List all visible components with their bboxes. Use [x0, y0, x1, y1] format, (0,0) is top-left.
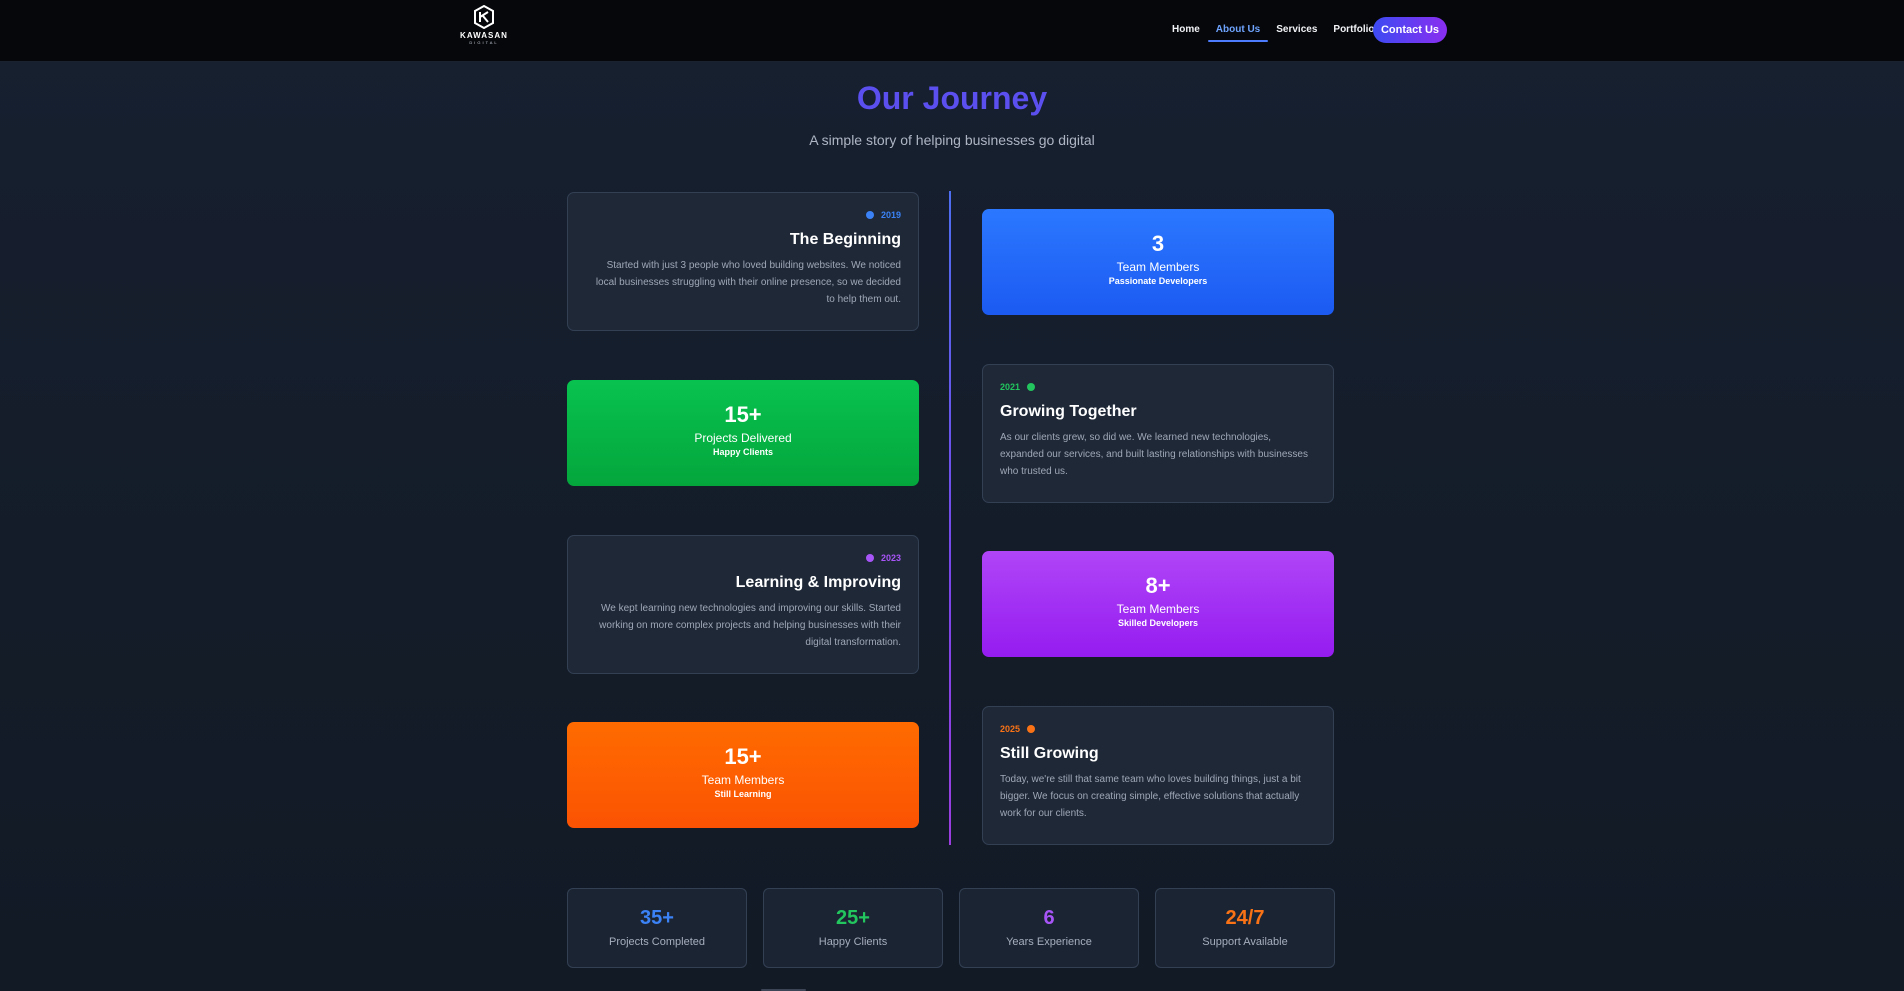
stat-card-skilled-developers: 8+ Team Members Skilled Developers	[982, 551, 1334, 657]
contact-us-button[interactable]: Contact Us	[1373, 17, 1447, 43]
stat-value: 3	[1151, 231, 1165, 256]
navbar: KAWASAN DIGITAL Home About Us Services P…	[0, 0, 1904, 62]
summary-label: Happy Clients	[818, 936, 888, 948]
summary-label: Projects Completed	[609, 936, 705, 948]
summary-label: Years Experience	[1006, 936, 1092, 948]
stat-label: Team Members	[1116, 260, 1200, 274]
stat-sublabel: Still Learning	[714, 789, 772, 799]
nav-link-home[interactable]: Home	[1164, 24, 1208, 41]
timeline-title: Growing Together	[1000, 403, 1137, 420]
summary-card-projects-completed: 35+ Projects Completed	[567, 888, 747, 968]
stat-label: Projects Delivered	[694, 431, 792, 445]
year-row: 2021	[1000, 381, 1316, 393]
summary-card-years-experience: 6 Years Experience	[959, 888, 1139, 968]
stat-sublabel: Skilled Developers	[1117, 618, 1199, 628]
stat-label: Team Members	[1116, 602, 1200, 616]
timeline-text: Started with just 3 people who loved bui…	[595, 260, 901, 305]
timeline-card-2021: 2021 Growing Together As our clients gre…	[982, 364, 1334, 503]
summary-value: 25+	[836, 907, 870, 929]
stat-sublabel: Passionate Developers	[1108, 276, 1208, 286]
year-row: 2023	[585, 552, 901, 564]
logo-mark-icon	[474, 5, 494, 29]
nav-link-about-us[interactable]: About Us	[1207, 24, 1269, 42]
section-subtitle: A simple story of helping businesses go …	[809, 132, 1095, 148]
year-label: 2019	[880, 210, 901, 220]
year-label: 2025	[1000, 724, 1021, 734]
stat-value: 15+	[724, 744, 762, 769]
summary-value: 24/7	[1225, 907, 1265, 929]
timeline-card-2023: 2023 Learning & Improving We kept learni…	[567, 535, 919, 674]
year-dot-icon	[1027, 383, 1036, 391]
timeline-text: We kept learning new technologies and im…	[599, 603, 901, 648]
logo-name: KAWASAN	[460, 31, 508, 40]
section-title: Our Journey	[856, 80, 1048, 116]
timeline-title: Learning & Improving	[735, 574, 901, 591]
timeline-text: As our clients grew, so did we. We learn…	[1000, 432, 1308, 477]
summary-card-happy-clients: 25+ Happy Clients	[763, 888, 943, 968]
summary-card-support-available: 24/7 Support Available	[1155, 888, 1335, 968]
timeline-card-2025: 2025 Still Growing Today, we're still th…	[982, 706, 1334, 845]
nav-links: Home About Us Services Portfolio	[1164, 24, 1383, 42]
stat-card-still-learning: 15+ Team Members Still Learning	[567, 722, 919, 828]
stat-sublabel: Happy Clients	[712, 447, 773, 457]
summary-value: 35+	[640, 907, 674, 929]
year-dot-icon	[865, 554, 874, 562]
year-dot-icon	[1027, 725, 1036, 733]
timeline-title: Still Growing	[1000, 745, 1099, 762]
stat-value: 15+	[724, 402, 762, 427]
timeline-text: Today, we're still that same team who lo…	[1000, 774, 1301, 819]
year-dot-icon	[865, 211, 874, 219]
timeline-line	[949, 191, 951, 845]
year-row: 2019	[585, 209, 901, 221]
logo-subtitle: DIGITAL	[469, 40, 499, 45]
stat-card-team-members: 3 Team Members Passionate Developers	[982, 209, 1334, 315]
stat-value: 8+	[1145, 573, 1171, 598]
stat-card-projects-delivered: 15+ Projects Delivered Happy Clients	[567, 380, 919, 486]
logo[interactable]: KAWASAN DIGITAL	[456, 5, 512, 49]
summary-value: 6	[1043, 907, 1055, 929]
year-label: 2023	[880, 553, 901, 563]
timeline-title: The Beginning	[789, 231, 901, 248]
stat-label: Team Members	[701, 773, 785, 787]
year-label: 2021	[1000, 382, 1021, 392]
year-row: 2025	[1000, 723, 1316, 735]
summary-label: Support Available	[1202, 936, 1288, 948]
nav-link-services[interactable]: Services	[1268, 24, 1325, 41]
timeline-card-2019: 2019 The Beginning Started with just 3 p…	[567, 192, 919, 331]
